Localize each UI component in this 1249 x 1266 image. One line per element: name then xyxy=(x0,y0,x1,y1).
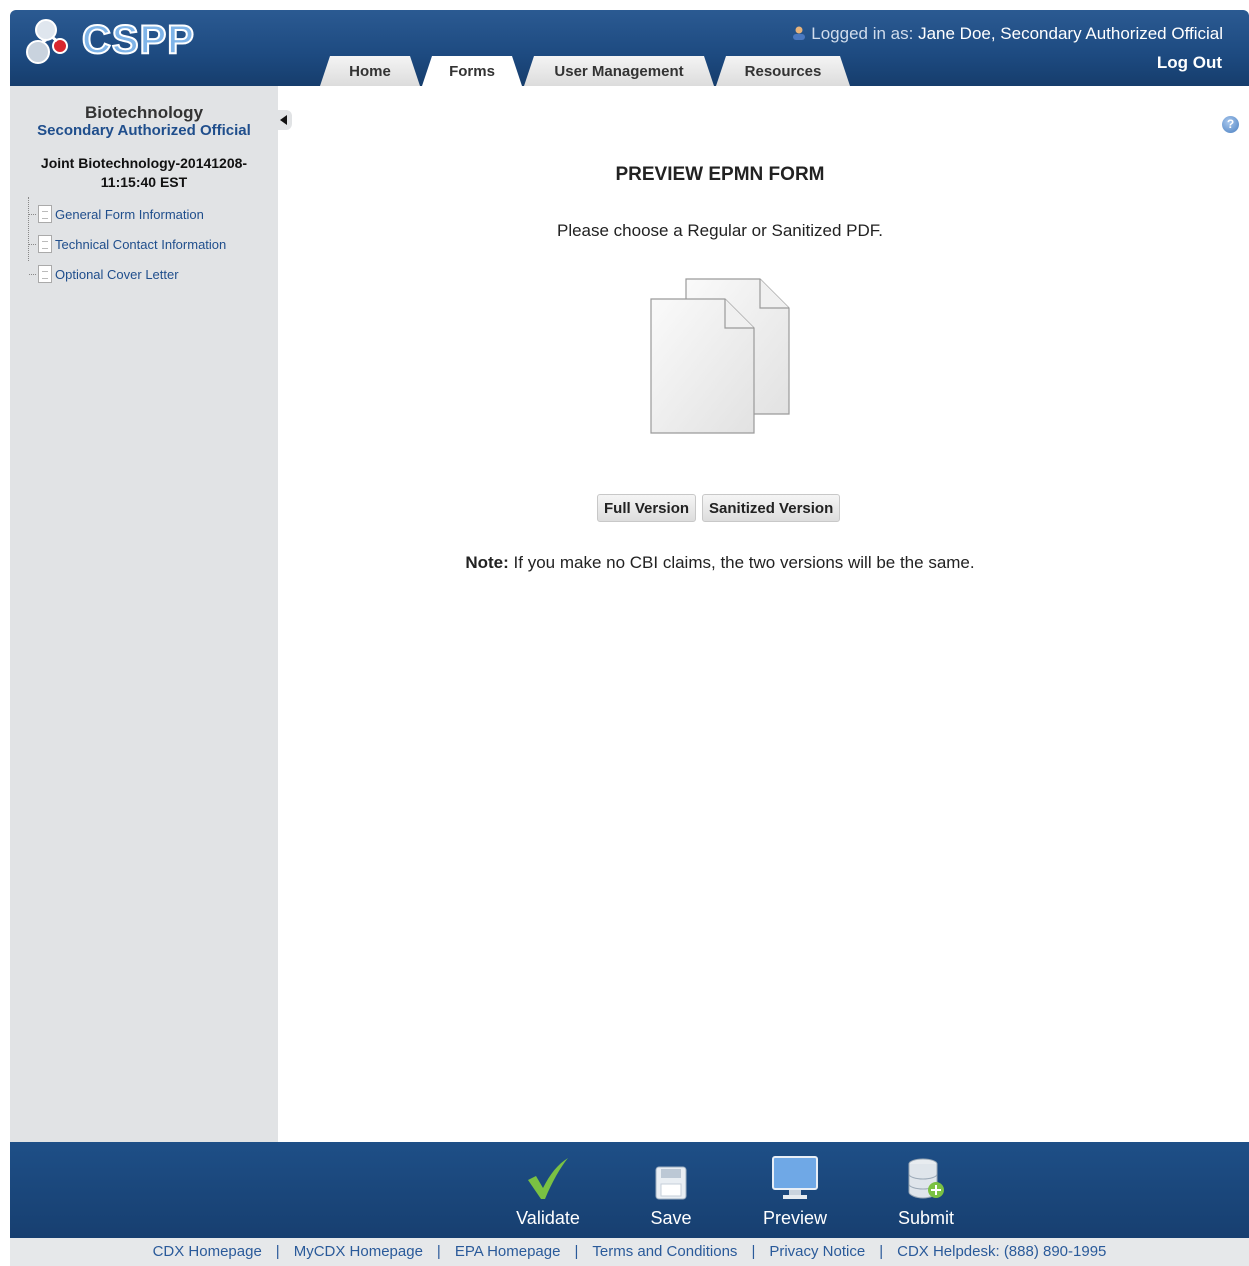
submit-button[interactable]: Submit xyxy=(886,1148,966,1229)
monitor-icon xyxy=(772,1156,818,1199)
note-text: If you make no CBI claims, the two versi… xyxy=(508,553,975,572)
privacy-notice-link[interactable]: Privacy Notice xyxy=(769,1243,865,1260)
sidebar-item-general-form-information[interactable]: General Form Information xyxy=(20,199,278,229)
header-bar: CSPP Logged in as: Jane Doe, Secondary A… xyxy=(10,10,1249,86)
document-icon xyxy=(38,205,52,223)
sidebar-item-label: Technical Contact Information xyxy=(55,236,227,252)
preview-label: Preview xyxy=(762,1208,828,1228)
pdf-choice-prompt: Please choose a Regular or Sanitized PDF… xyxy=(556,221,883,240)
sidebar-title: Biotechnology xyxy=(84,103,204,122)
user-name: Jane Doe, Secondary Authorized Official xyxy=(918,24,1223,43)
document-icon xyxy=(38,235,52,253)
documents-icon xyxy=(650,278,790,434)
epa-homepage-link[interactable]: EPA Homepage xyxy=(455,1243,561,1260)
cspp-logo[interactable]: CSPP xyxy=(24,16,224,64)
document-icon xyxy=(38,265,52,283)
sidebar-header: Biotechnology Secondary Authorized Offic… xyxy=(10,104,278,140)
tab-resources[interactable]: Resources xyxy=(716,56,850,86)
cdx-homepage-link[interactable]: CDX Homepage xyxy=(153,1243,262,1260)
sidebar: Biotechnology Secondary Authorized Offic… xyxy=(10,86,292,1142)
footer-links: CDX Homepage | MyCDX Homepage | EPA Homepage… xyxy=(10,1238,1249,1266)
sidebar-item-label: Optional Cover Letter xyxy=(55,266,179,282)
molecule-logo-icon xyxy=(26,19,68,64)
logo-text: CSPP xyxy=(81,17,195,63)
validate-label: Validate xyxy=(516,1208,580,1228)
save-label: Save xyxy=(650,1208,692,1228)
form-title: Joint Biotechnology-20141208- 11:15:40 E… xyxy=(10,151,278,193)
sidebar-item-label: General Form Information xyxy=(55,206,204,222)
user-icon xyxy=(793,26,806,40)
full-version-button[interactable]: Full Version xyxy=(597,494,697,522)
note-label: Note: xyxy=(465,553,509,572)
logged-in-label: Logged in as: xyxy=(811,24,914,43)
user-info: Logged in as: Jane Doe, Secondary Author… xyxy=(791,24,1223,44)
save-button[interactable]: Save xyxy=(636,1148,706,1229)
tab-user-management[interactable]: User Management xyxy=(524,56,714,86)
tab-forms[interactable]: Forms xyxy=(422,56,522,86)
collapse-sidebar-icon[interactable] xyxy=(278,110,292,130)
database-add-icon xyxy=(908,1158,944,1199)
submit-label: Submit xyxy=(897,1208,955,1228)
form-sections-tree: General Form Information Technical Conta… xyxy=(20,197,278,289)
version-buttons: Full Version Sanitized Version xyxy=(597,494,841,522)
cdx-helpdesk-link[interactable]: CDX Helpdesk: (888) 890-1995 xyxy=(897,1243,1106,1260)
preview-button[interactable]: Preview xyxy=(750,1148,840,1229)
sidebar-item-technical-contact-information[interactable]: Technical Contact Information xyxy=(20,229,278,259)
terms-and-conditions-link[interactable]: Terms and Conditions xyxy=(592,1243,737,1260)
checkmark-icon xyxy=(528,1158,568,1199)
tab-home[interactable]: Home xyxy=(320,56,420,86)
sidebar-role: Secondary Authorized Official xyxy=(37,122,251,139)
sanitized-version-button[interactable]: Sanitized Version xyxy=(702,494,841,522)
sidebar-item-optional-cover-letter[interactable]: Optional Cover Letter xyxy=(20,259,278,289)
logout-link[interactable]: Log Out xyxy=(1157,53,1222,73)
validate-button[interactable]: Validate xyxy=(508,1148,588,1229)
cbi-note: Note: If you make no CBI claims, the two… xyxy=(278,553,1162,573)
page-title: PREVIEW EPMN FORM xyxy=(615,164,825,185)
action-toolbar: Validate Save Preview Submit xyxy=(10,1142,1249,1238)
floppy-disk-icon xyxy=(655,1166,687,1200)
mycdx-homepage-link[interactable]: MyCDX Homepage xyxy=(294,1243,423,1260)
help-icon[interactable]: ? xyxy=(1222,116,1239,133)
